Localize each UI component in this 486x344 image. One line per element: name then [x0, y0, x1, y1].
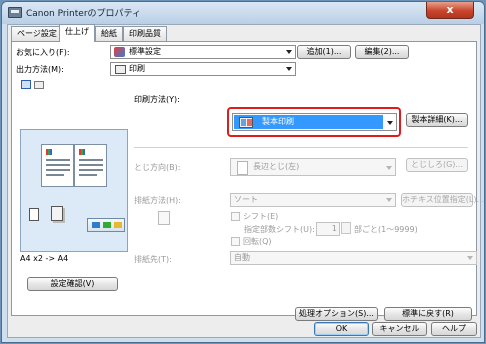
shift-offset-spinner[interactable]	[341, 222, 351, 234]
preview-caption: A4 x2 -> A4	[20, 254, 69, 263]
shift-offset-input[interactable]: 1	[316, 222, 340, 236]
favorites-label: お気に入り(F):	[16, 48, 70, 57]
output-tray-value: 自動	[234, 253, 250, 262]
print-method-value: 製本印刷	[234, 115, 383, 129]
printer-view-icon[interactable]	[34, 81, 44, 89]
color-chart-icon	[46, 149, 52, 155]
rotate-checkbox[interactable]	[231, 237, 240, 246]
edit-favorite-button[interactable]: 編集(2)...	[355, 45, 409, 59]
section-divider	[134, 147, 468, 148]
processing-options-button[interactable]: 処理オプション(S)...	[295, 307, 378, 321]
output-method-value: 印刷	[129, 64, 145, 73]
output-method-label: 出力方法(M):	[16, 65, 64, 74]
binding-margin-button[interactable]: とじしろ(G)...	[406, 158, 468, 172]
rotate-label: 回転(Q)	[243, 237, 272, 246]
binding-value: 長辺とじ(左)	[253, 162, 300, 171]
dialog-body: ページ設定 仕上げ 給紙 印刷品質 お気に入り(F): 標準設定 追加(1)..…	[7, 24, 484, 338]
settings-check-button[interactable]: 設定確認(V)	[27, 277, 118, 291]
chevron-down-icon	[387, 121, 393, 125]
printer-icon	[8, 7, 22, 18]
binding-select[interactable]: 長辺とじ(左)	[230, 158, 396, 176]
chevron-down-icon	[467, 256, 473, 260]
shift-offset-label: 指定部数シフト(U):	[244, 225, 315, 234]
booklet-details-button[interactable]: 製本詳細(K)...	[406, 113, 468, 127]
binding-icon	[237, 161, 248, 175]
finishing-icon	[92, 222, 100, 228]
preview-right-page	[74, 144, 107, 187]
favorites-select[interactable]: 標準設定	[110, 45, 296, 59]
close-button[interactable]: x	[426, 2, 474, 19]
tab-paper-source[interactable]: 給紙	[95, 26, 123, 41]
tab-finishing[interactable]: 仕上げ	[59, 24, 95, 42]
output-sort-icon	[158, 211, 170, 225]
chevron-down-icon	[286, 67, 292, 71]
print-icon	[115, 65, 126, 74]
chevron-down-icon	[386, 166, 392, 170]
shift-label: シフト(E)	[243, 212, 279, 221]
print-method-label: 印刷方法(Y):	[134, 95, 180, 104]
booklet-icon	[114, 222, 122, 228]
shift-offset-range: 部ごと(1～9999)	[354, 225, 418, 234]
favorites-value: 標準設定	[129, 47, 161, 56]
staple-icon	[103, 222, 111, 228]
booklet-fold-icon	[29, 208, 39, 221]
paper-output-label: 排紙方法(H):	[134, 196, 181, 205]
title-bar[interactable]: Canon Printerのプロパティ x	[2, 2, 484, 24]
page-view-icon[interactable]	[21, 80, 31, 89]
chevron-down-icon	[386, 198, 392, 202]
chevron-down-icon	[286, 50, 292, 54]
paper-stack-icon	[51, 206, 63, 221]
cancel-button[interactable]: キャンセル	[372, 322, 427, 336]
preview-left-page	[41, 144, 74, 187]
staple-position-button[interactable]: ホチキス位置指定(L)...	[401, 193, 484, 207]
paper-output-select[interactable]: ソート	[230, 193, 396, 207]
color-chart-icon	[79, 149, 85, 155]
shift-checkbox[interactable]	[231, 212, 240, 221]
booklet-preview	[20, 129, 128, 252]
output-method-select[interactable]: 印刷	[110, 62, 296, 76]
tab-page-setup[interactable]: ページ設定	[11, 26, 63, 41]
favorites-icon	[114, 47, 125, 57]
help-button[interactable]: ヘルプ	[431, 322, 477, 336]
paper-output-value: ソート	[234, 195, 258, 204]
restore-defaults-button[interactable]: 標準に戻す(R)	[384, 307, 472, 321]
output-tray-label: 排紙先(T):	[134, 255, 172, 264]
print-method-select[interactable]: 製本印刷	[232, 113, 397, 131]
add-favorite-button[interactable]: 追加(1)...	[297, 45, 351, 59]
ok-button[interactable]: OK	[314, 322, 369, 336]
properties-dialog: Canon Printerのプロパティ x ページ設定 仕上げ 給紙 印刷品質 …	[1, 1, 485, 343]
window-title: Canon Printerのプロパティ	[26, 9, 141, 19]
booklet-print-icon	[239, 117, 253, 128]
finishing-preview-button[interactable]	[87, 218, 125, 232]
tab-print-quality[interactable]: 印刷品質	[123, 26, 167, 41]
binding-label: とじ方向(B):	[134, 163, 181, 172]
output-tray-select[interactable]: 自動	[230, 251, 477, 265]
